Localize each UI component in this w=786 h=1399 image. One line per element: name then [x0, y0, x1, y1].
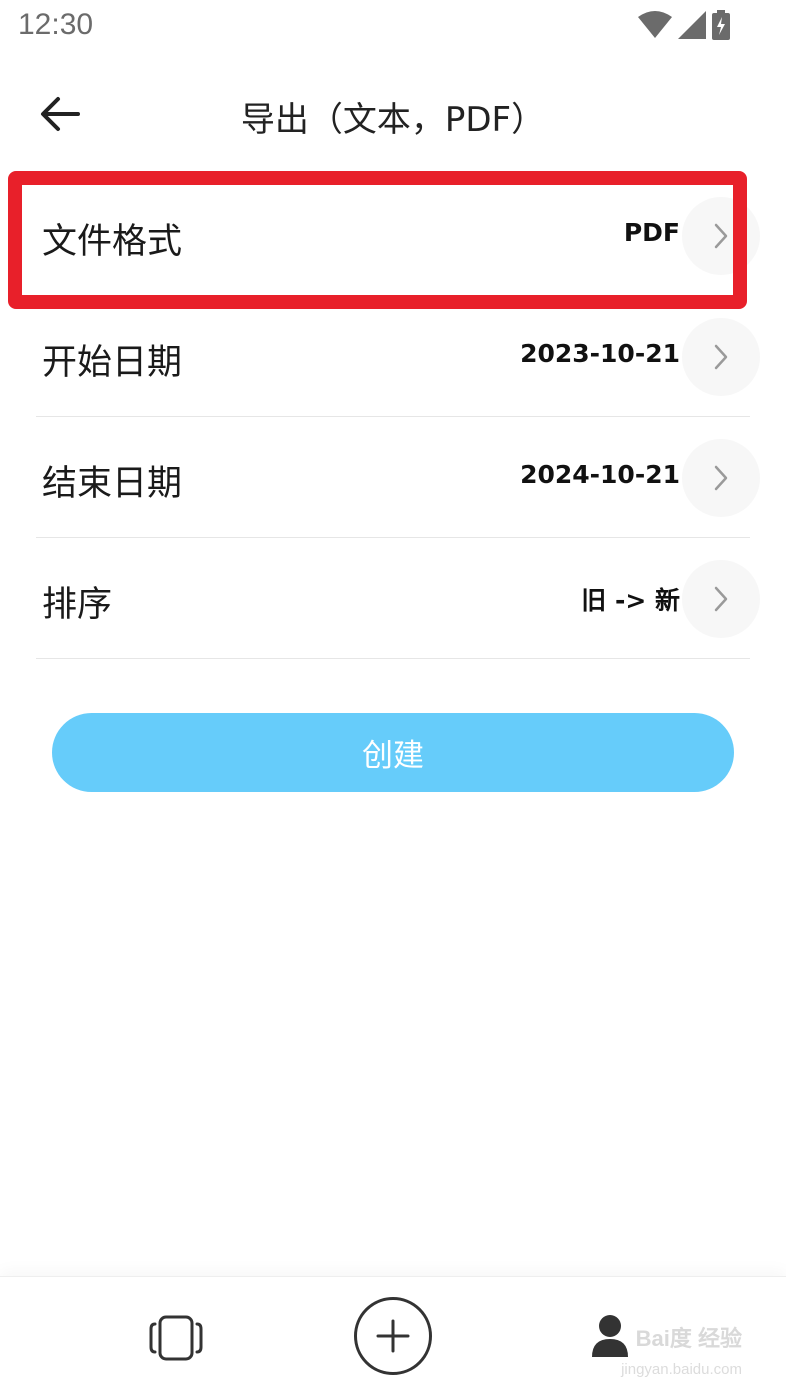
start-date-row[interactable]: 开始日期 2023-10-21 [0, 296, 786, 417]
user-icon [590, 1313, 630, 1363]
row-value: 2024-10-21 [520, 460, 680, 489]
row-label: 文件格式 [42, 222, 183, 262]
chevron-right-icon [682, 197, 760, 275]
create-button[interactable]: 创建 [52, 713, 734, 792]
status-bar: 12:30 [0, 0, 786, 56]
file-format-row[interactable]: 文件格式 PDF [0, 175, 786, 296]
row-label: 开始日期 [42, 343, 183, 383]
end-date-row[interactable]: 结束日期 2024-10-21 [0, 417, 786, 538]
status-time: 12:30 [18, 8, 94, 41]
nav-carousel-button[interactable] [144, 1315, 208, 1365]
row-label: 排序 [42, 585, 113, 625]
status-icons [638, 10, 730, 44]
row-label: 结束日期 [42, 464, 183, 504]
row-value: PDF [623, 218, 680, 247]
signal-icon [678, 11, 706, 43]
row-value: 2023-10-21 [520, 339, 680, 368]
watermark-logo: Bai度 经验 [635, 1326, 742, 1351]
settings-list: 文件格式 PDF 开始日期 2023-10-21 结束日期 2024-10-21… [0, 175, 786, 659]
nav-add-button[interactable] [353, 1296, 433, 1380]
row-value: 旧 -> 新 [581, 586, 680, 615]
header: 导出（文本，PDF） [0, 70, 786, 160]
page-title: 导出（文本，PDF） [240, 100, 546, 140]
watermark-url: jingyan.baidu.com [621, 1361, 742, 1378]
wifi-icon [638, 11, 672, 43]
sort-order-row[interactable]: 排序 旧 -> 新 [0, 538, 786, 659]
chevron-right-icon [682, 318, 760, 396]
nav-profile-button[interactable] [588, 1313, 632, 1363]
carousel-icon [148, 1315, 204, 1365]
chevron-right-icon [682, 560, 760, 638]
battery-charging-icon [712, 10, 730, 44]
add-icon [353, 1296, 433, 1380]
chevron-right-icon [682, 439, 760, 517]
